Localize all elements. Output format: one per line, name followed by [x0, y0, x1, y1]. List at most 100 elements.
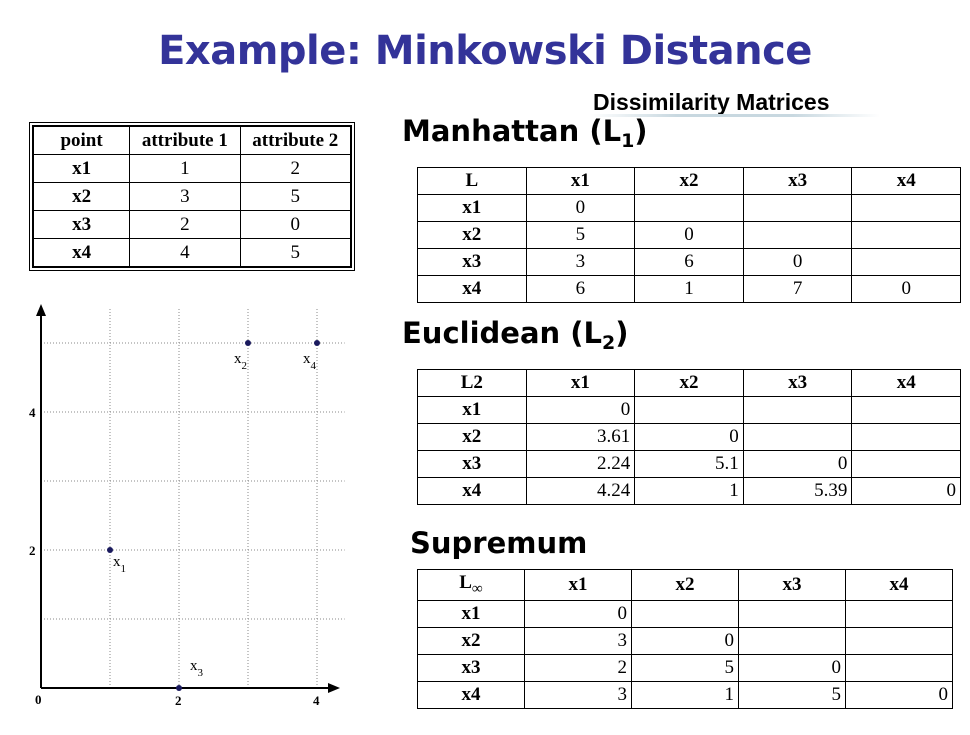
column-header: x4: [845, 569, 953, 601]
row-label: x2: [417, 221, 527, 249]
manhattan-matrix: L x1 x2 x3 x4 x1 0 x2 5 0 x3 3 6 0 x4 6 …: [417, 167, 961, 303]
column-header: x1: [525, 369, 636, 397]
column-header: x4: [851, 167, 961, 195]
matrix-cell: 0: [742, 248, 853, 276]
matrices-subtitle: Dissimilarity Matrices: [593, 89, 830, 115]
matrix-cell: [738, 627, 846, 655]
column-header: x3: [742, 167, 853, 195]
row-label: x1: [417, 194, 527, 222]
euclidean-heading-close: ): [615, 316, 629, 350]
matrix-cell: 3: [524, 627, 632, 655]
matrix-header-row: L x1 x2 x3 x4: [417, 167, 961, 195]
table-cell: 5: [239, 238, 352, 268]
matrix-row: x3 3 6 0: [417, 248, 961, 276]
row-label: x4: [417, 477, 527, 505]
column-header: x3: [742, 369, 853, 397]
matrix-cell: [742, 221, 853, 249]
point-label: x1: [32, 154, 131, 183]
data-points: x1 x2 x3 x4: [107, 340, 320, 691]
matrix-cell: 0: [524, 600, 632, 628]
row-label: x3: [417, 450, 527, 478]
column-header: x1: [524, 569, 632, 601]
matrix-row: x2 3.61 0: [417, 423, 961, 451]
column-header: x2: [634, 167, 744, 195]
matrix-cell: 7: [742, 275, 853, 303]
column-header: attribute 1: [129, 125, 241, 155]
table-cell: 1: [129, 154, 241, 183]
matrix-cell: [742, 194, 853, 222]
row-label: x3: [417, 654, 525, 682]
matrix-cell: [742, 396, 853, 424]
table-cell: 4: [129, 238, 241, 268]
manhattan-heading-text: Manhattan (L: [402, 114, 622, 148]
data-point: [314, 340, 320, 346]
point-label: x3: [190, 658, 204, 679]
matrix-row: x1 0: [417, 600, 953, 628]
matrix-cell: 6: [525, 275, 636, 303]
plot-grid: [41, 308, 345, 688]
manhattan-heading-close: ): [634, 114, 648, 148]
row-label: x1: [417, 600, 525, 628]
x-axis-arrow: [328, 683, 340, 693]
matrix-header-row: L∞ x1 x2 x3 x4: [417, 569, 953, 601]
column-header: point: [32, 125, 131, 155]
matrix-cell: 0: [742, 450, 853, 478]
matrix-row: x3 2 5 0: [417, 654, 953, 682]
matrix-cell: 0: [851, 275, 961, 303]
matrix-cell: 3: [524, 681, 632, 709]
supremum-matrix: L∞ x1 x2 x3 x4 x1 0 x2 3 0 x3 2 5 0 x4 3…: [417, 569, 953, 709]
origin-label: 0: [35, 692, 42, 707]
column-header: attribute 2: [239, 125, 352, 155]
matrix-cell: 0: [851, 477, 961, 505]
matrix-row: x2 3 0: [417, 627, 953, 655]
euclidean-heading: Euclidean (L2): [402, 316, 629, 354]
matrix-cell: 3: [525, 248, 636, 276]
matrix-cell: 0: [634, 221, 744, 249]
matrix-cell: 6: [634, 248, 744, 276]
point-label: x4: [303, 351, 317, 372]
matrix-cell: 1: [631, 681, 739, 709]
table-header-row: point attribute 1 attribute 2: [32, 125, 352, 155]
matrix-cell: 0: [525, 194, 636, 222]
point-label: x2: [32, 182, 131, 211]
matrix-cell: [738, 600, 846, 628]
matrix-row: x4 6 1 7 0: [417, 275, 961, 303]
matrix-corner-label: L2: [417, 369, 527, 397]
row-label: x2: [417, 423, 527, 451]
point-label: x4: [32, 238, 131, 268]
matrix-cell: 0: [634, 423, 744, 451]
row-label: x1: [417, 396, 527, 424]
table-row: x2 3 5: [32, 182, 352, 211]
matrix-row: x1 0: [417, 194, 961, 222]
matrix-cell: 0: [738, 654, 846, 682]
matrix-cell: 5: [525, 221, 636, 249]
euclidean-heading-text: Euclidean (L: [402, 316, 602, 350]
table-cell: 3: [129, 182, 241, 211]
slide-title: Example: Minkowski Distance: [158, 28, 812, 74]
table-cell: 5: [239, 182, 352, 211]
points-attribute-table: point attribute 1 attribute 2 x1 1 2 x2 …: [29, 122, 355, 271]
matrix-cell: 2.24: [525, 450, 636, 478]
row-label: x2: [417, 627, 525, 655]
column-header: x2: [634, 369, 744, 397]
column-header: x4: [851, 369, 961, 397]
row-label: x3: [417, 248, 527, 276]
matrix-cell: 0: [631, 627, 739, 655]
matrix-cell: [851, 194, 961, 222]
supremum-heading: Supremum: [410, 526, 588, 560]
matrix-cell: [631, 600, 739, 628]
matrix-cell: [634, 396, 744, 424]
matrix-cell: 5: [738, 681, 846, 709]
point-label: x1: [113, 554, 126, 575]
matrix-cell: [742, 423, 853, 451]
column-header: x1: [525, 167, 636, 195]
matrix-cell: 5: [631, 654, 739, 682]
table-cell: 2: [239, 154, 352, 183]
matrix-corner-label: L: [417, 167, 527, 195]
matrix-cell: 5.1: [634, 450, 744, 478]
euclidean-heading-subscript: 2: [602, 332, 616, 354]
matrix-row: x2 5 0: [417, 221, 961, 249]
column-header: x3: [738, 569, 846, 601]
table-cell: 2: [129, 210, 241, 239]
matrix-cell: [851, 450, 961, 478]
